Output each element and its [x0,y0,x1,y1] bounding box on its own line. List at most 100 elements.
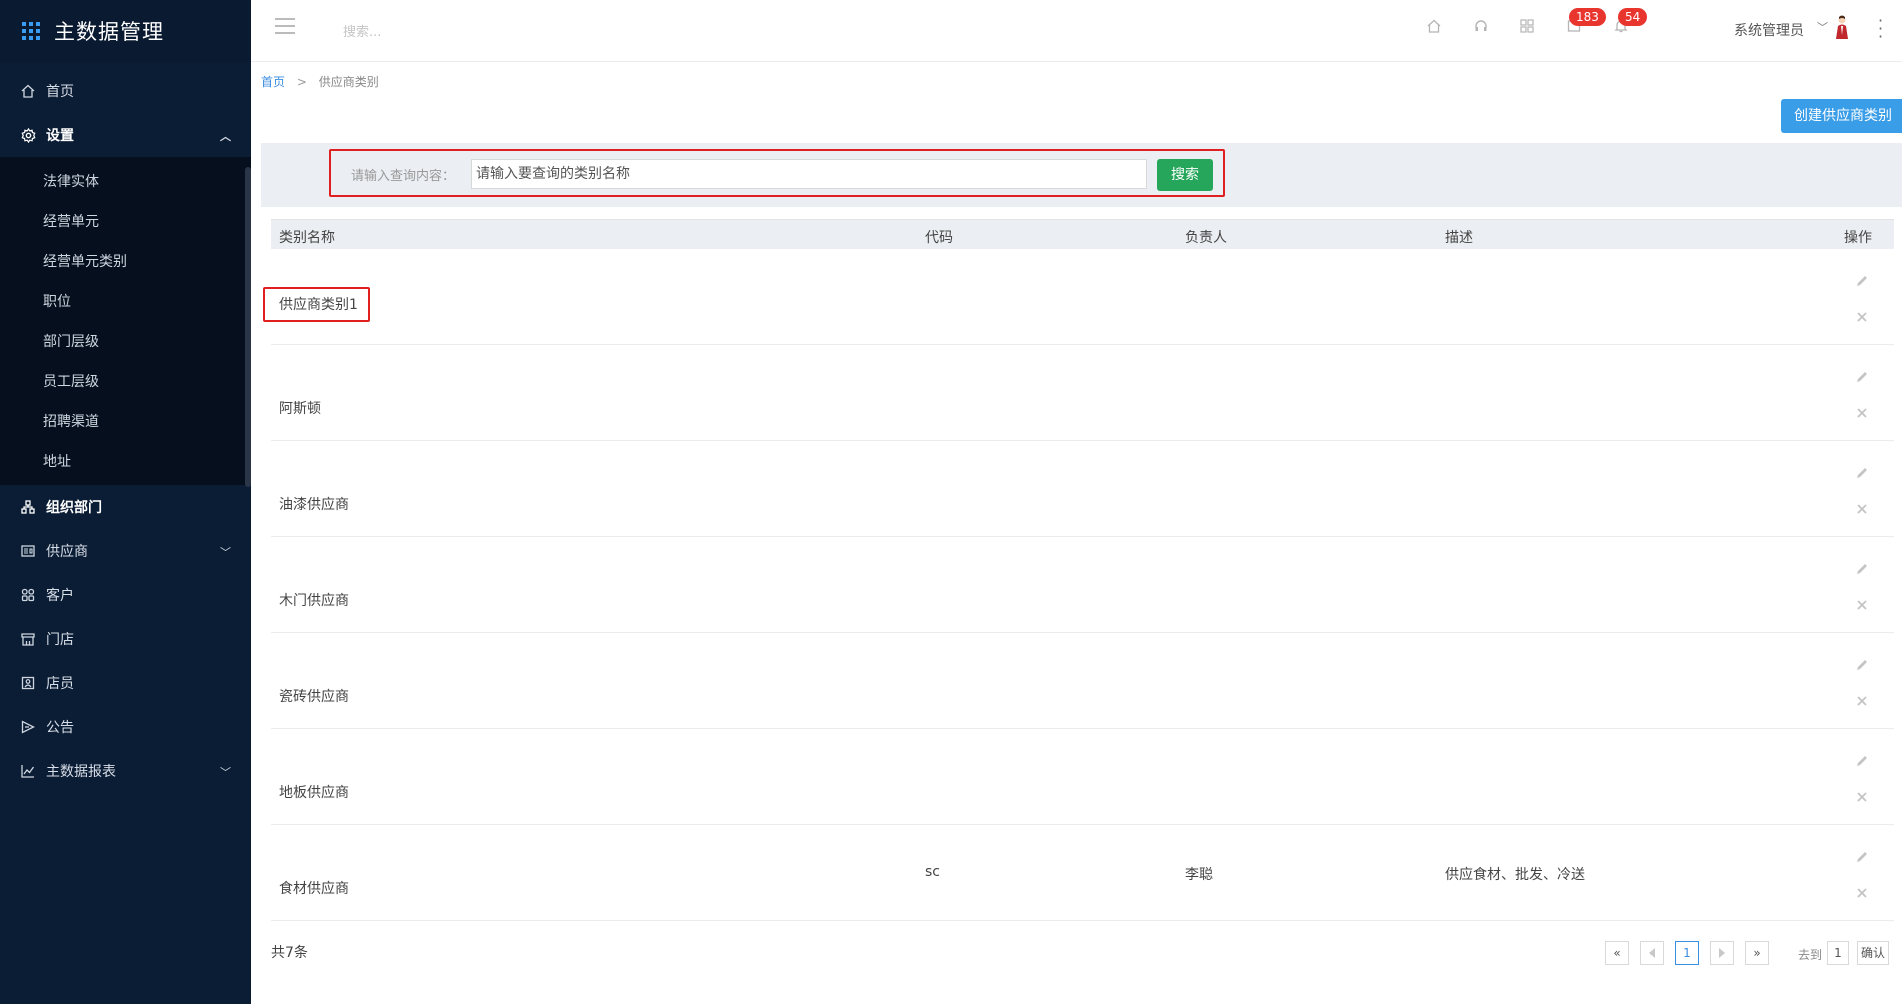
category-code-cell: sc [925,864,940,880]
supplier-category-table: 类别名称 代码 负责人 描述 操作 供应商类别1 阿斯顿 油漆供应商 木门供应商 [263,219,1894,921]
next-page-button[interactable] [1710,941,1734,965]
breadcrumb-home-link[interactable]: 首页 [261,75,285,89]
sidebar-subitem-business-unit[interactable]: 经营单元 [0,201,251,241]
sidebar-item-settings[interactable]: 设置 ︿ [0,113,251,157]
message-count-badge: 183 [1569,8,1606,26]
sidebar-subitem-business-unit-category[interactable]: 经营单元类别 [0,241,251,281]
close-icon[interactable] [1854,405,1870,421]
sidebar-menu: 首页 设置 ︿ 法律实体 经营单元 经营单元类别 职位 部门层级 员工层级 招聘… [0,62,251,793]
sidebar-item-report[interactable]: 主数据报表 ﹀ [0,749,251,793]
gear-icon [20,127,36,143]
category-name-cell: 地板供应商 [279,785,349,801]
last-page-button[interactable]: » [1745,941,1769,965]
filter-bar: 请输入查询内容： 请输入要查询的类别名称 搜索 [261,143,1902,207]
headset-icon[interactable] [1470,18,1492,40]
header-search[interactable]: 搜索... [343,21,381,40]
avatar[interactable] [1834,15,1850,41]
column-header-action: 操作 [1844,230,1872,246]
sidebar-item-label: 店员 [46,676,74,692]
sidebar-item-label: 门店 [46,632,74,648]
category-name-cell: 食材供应商 [279,881,349,897]
sidebar-item-label: 主数据报表 [46,764,116,780]
report-icon [20,763,36,779]
table-row: 阿斯顿 [271,345,1894,441]
sidebar-item-label: 首页 [46,84,74,100]
user-name[interactable]: 系统管理员 [1734,20,1804,40]
apps-grid-icon[interactable] [1516,18,1538,40]
sidebar-item-label: 客户 [46,588,74,604]
sidebar-item-customer[interactable]: 客户 [0,573,251,617]
chevron-up-icon: ︿ [220,130,231,143]
edit-icon[interactable] [1854,561,1870,577]
edit-icon[interactable] [1854,465,1870,481]
store-icon [20,631,36,647]
category-name-cell: 瓷砖供应商 [279,689,349,705]
sidebar-item-notice[interactable]: 公告 [0,705,251,749]
breadcrumb-current: 供应商类别 [318,75,379,89]
filter-highlight-box: 请输入查询内容： 请输入要查询的类别名称 搜索 [329,149,1225,197]
home-icon[interactable] [1423,18,1445,40]
close-icon[interactable] [1854,693,1870,709]
column-header-owner: 负责人 [1185,230,1227,246]
notification-count-badge: 54 [1618,8,1648,26]
sidebar-subitem-legal-entity[interactable]: 法律实体 [0,161,251,201]
sidebar-item-clerk[interactable]: 店员 [0,661,251,705]
goto-page-input[interactable]: 1 [1827,941,1849,965]
edit-icon[interactable] [1854,273,1870,289]
clerk-icon [20,675,36,691]
sidebar-item-store[interactable]: 门店 [0,617,251,661]
edit-icon[interactable] [1854,369,1870,385]
close-icon[interactable] [1854,789,1870,805]
breadcrumb-separator: > [296,75,307,89]
sidebar-item-supplier[interactable]: 供应商 ﹀ [0,529,251,573]
chevron-down-icon: ﹀ [220,766,231,779]
first-page-button[interactable]: « [1605,941,1629,965]
category-name-cell: 阿斯顿 [279,401,321,417]
table-row: 供应商类别1 [263,249,1894,345]
chevron-down-icon: ﹀ [220,546,231,559]
goto-label: 去到 [1798,948,1823,962]
sidebar-subitem-recruit-channel[interactable]: 招聘渠道 [0,401,251,441]
close-icon[interactable] [1854,885,1870,901]
close-icon[interactable] [1854,501,1870,517]
sidebar-subitem-position[interactable]: 职位 [0,281,251,321]
search-input[interactable]: 请输入要查询的类别名称 [471,159,1147,189]
more-vertical-icon[interactable]: · · · [1878,13,1883,45]
edit-icon[interactable] [1854,849,1870,865]
sidebar-subitem-address[interactable]: 地址 [0,441,251,481]
edit-icon[interactable] [1854,657,1870,673]
menu-toggle-icon[interactable] [275,18,295,36]
close-icon[interactable] [1854,597,1870,613]
sidebar-subitem-department-level[interactable]: 部门层级 [0,321,251,361]
sidebar-item-label: 组织部门 [46,500,102,516]
prev-page-button[interactable] [1640,941,1664,965]
create-supplier-category-button[interactable]: 创建供应商类别 [1781,99,1902,133]
chevron-down-icon[interactable]: ﹀ [1817,19,1828,35]
table-row: 食材供应商 sc 李聪 供应食材、批发、冷送 [271,825,1894,921]
table-row: 瓷砖供应商 [271,633,1894,729]
sidebar-item-home[interactable]: 首页 [0,69,251,113]
app-title: 主数据管理 [54,20,164,44]
column-header-name: 类别名称 [279,230,335,246]
top-header: 搜索... 183 54 系统管理员 ﹀ · · · [251,0,1902,62]
home-icon [20,83,36,99]
category-owner-cell: 李聪 [1185,867,1213,883]
sidebar-subitem-employee-level[interactable]: 员工层级 [0,361,251,401]
close-icon[interactable] [1854,309,1870,325]
search-button[interactable]: 搜索 [1157,159,1213,191]
table-row: 木门供应商 [271,537,1894,633]
table-row: 地板供应商 [271,729,1894,825]
caret-right-icon [1719,948,1725,958]
sidebar: 主数据管理 首页 设置 ︿ 法律实体 经营单元 经营单元类别 职位 部门层级 员… [0,0,251,1004]
app-logo: 主数据管理 [0,0,251,62]
sidebar-item-org[interactable]: 组织部门 [0,485,251,529]
edit-icon[interactable] [1854,753,1870,769]
column-header-desc: 描述 [1445,230,1473,246]
org-icon [20,499,36,515]
goto-confirm-button[interactable]: 确认 [1857,941,1889,965]
page-number-button[interactable]: 1 [1675,941,1699,965]
supplier-icon [20,543,36,559]
category-desc-cell: 供应食材、批发、冷送 [1445,867,1585,883]
filter-label: 请输入查询内容： [351,169,456,184]
main-content: 首页 > 供应商类别 创建供应商类别 请输入查询内容： 请输入要查询的类别名称 … [251,62,1902,1004]
